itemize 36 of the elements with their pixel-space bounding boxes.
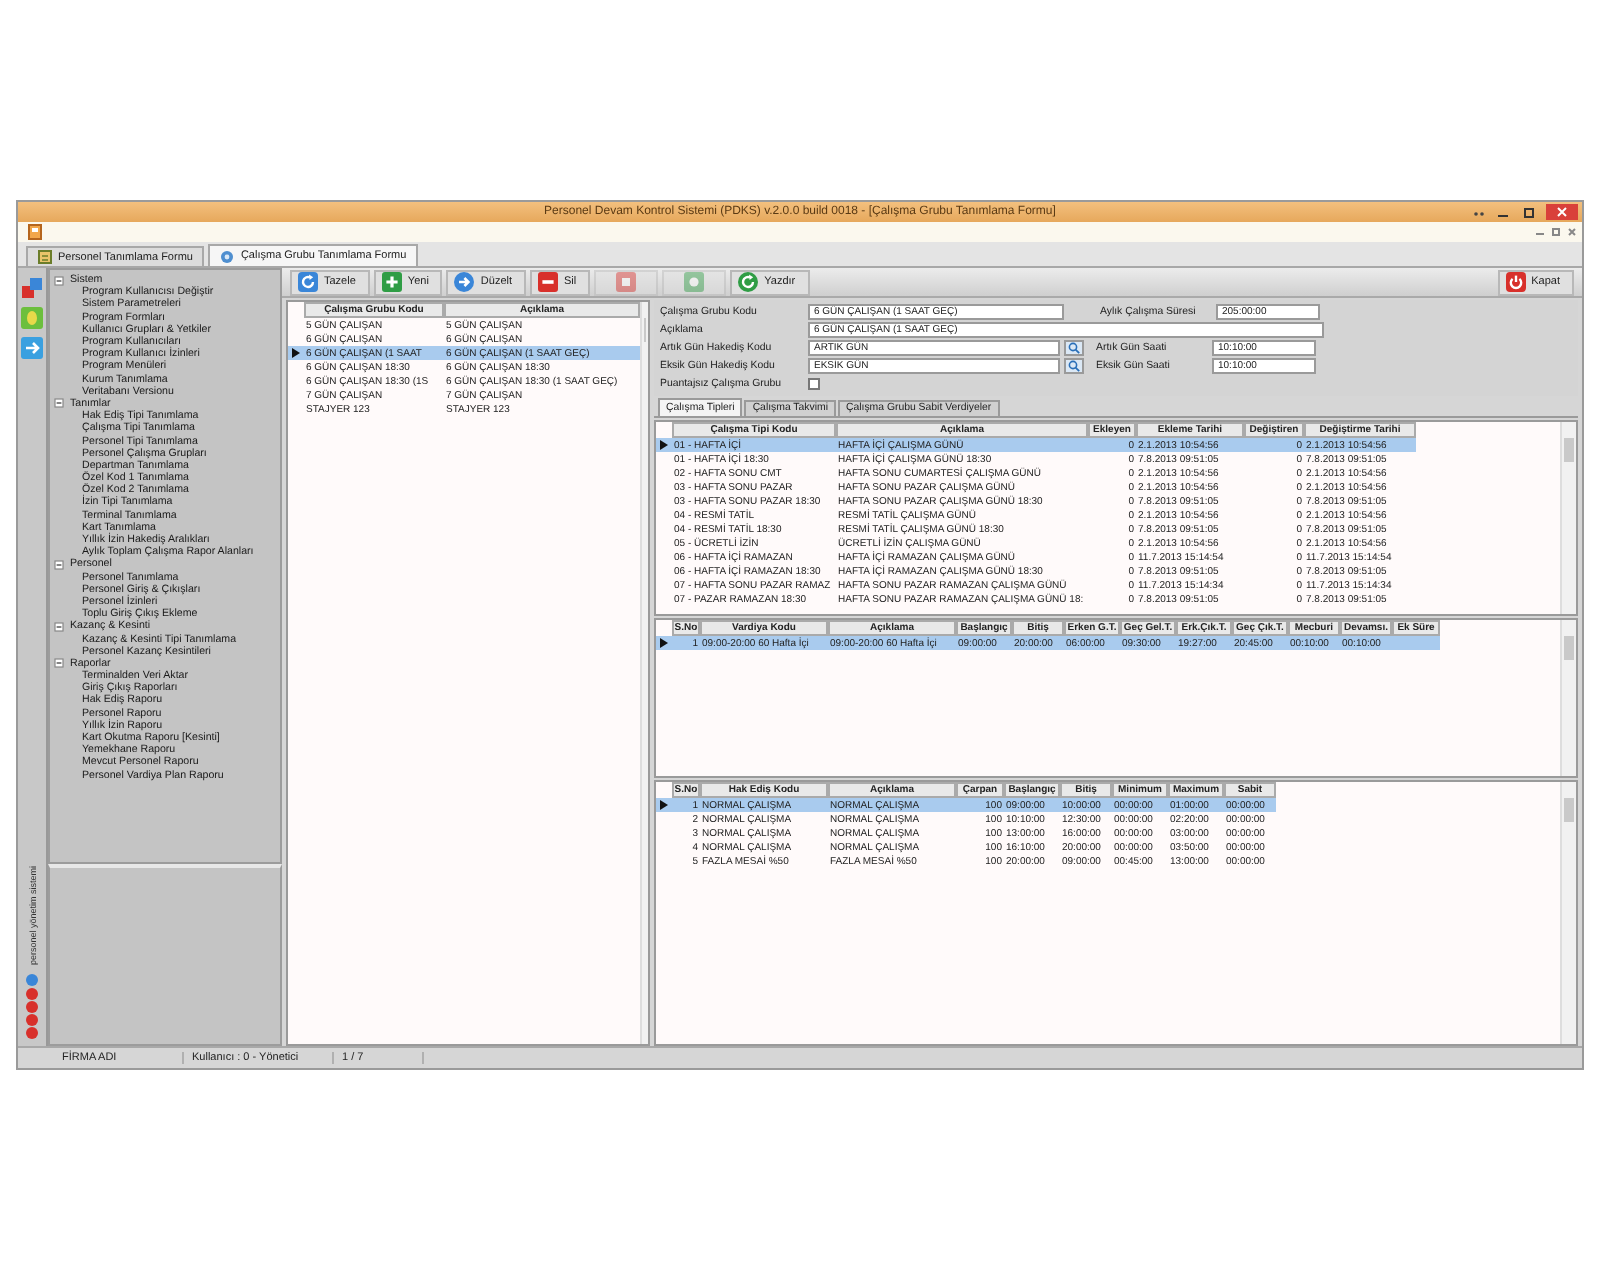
arrow-icon (454, 272, 475, 292)
row-pointer-icon (660, 800, 668, 810)
search-icon (1068, 342, 1080, 354)
checkbox[interactable] (808, 378, 820, 390)
scrollbar[interactable] (640, 302, 648, 1044)
form-icon (38, 250, 52, 264)
logo-drawing (22, 972, 42, 1040)
row-pointer-icon (660, 638, 668, 648)
plus-icon (381, 272, 402, 292)
collapse-icon[interactable] (54, 398, 64, 409)
app-icon (28, 224, 42, 240)
restore-icon[interactable] (1550, 226, 1562, 238)
collapse-icon[interactable] (54, 559, 64, 570)
close-icon[interactable] (1566, 226, 1578, 238)
circle-icon (684, 272, 705, 292)
scrollbar[interactable] (1560, 620, 1576, 776)
lookup-button[interactable] (1064, 358, 1084, 374)
maximize-icon[interactable] (1520, 205, 1538, 219)
search-icon (1068, 360, 1080, 372)
gear-icon (220, 249, 235, 263)
refresh-icon (298, 272, 318, 292)
square-icon (616, 272, 637, 292)
row-pointer-icon (660, 440, 668, 450)
lookup-button[interactable] (1064, 340, 1084, 356)
stack-icon[interactable] (20, 276, 44, 300)
collapse-icon[interactable] (54, 658, 64, 669)
row-pointer-icon (292, 348, 300, 358)
scrollbar[interactable] (1560, 422, 1576, 614)
minus-icon (538, 272, 559, 292)
cycle-icon (738, 272, 759, 292)
close-icon[interactable] (1546, 204, 1578, 220)
scrollbar[interactable] (1560, 782, 1576, 1044)
collapse-icon[interactable] (54, 621, 64, 632)
arrow-icon[interactable] (20, 336, 44, 360)
collapse-icon[interactable] (54, 275, 64, 286)
power-icon (1505, 272, 1526, 292)
